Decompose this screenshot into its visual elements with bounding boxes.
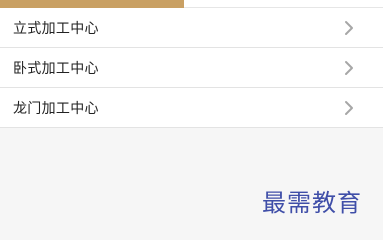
chevron-right-icon	[345, 20, 353, 35]
active-tab-indicator[interactable]	[0, 0, 184, 8]
list-item-gantry-machining-center[interactable]: 龙门加工中心	[0, 88, 383, 128]
category-list: 立式加工中心 卧式加工中心 龙门加工中心	[0, 8, 383, 128]
inactive-tab-area[interactable]	[184, 0, 383, 8]
page: 立式加工中心 卧式加工中心 龙门加工中心 最需教育	[0, 0, 383, 231]
list-item-vertical-machining-center[interactable]: 立式加工中心	[0, 8, 383, 48]
list-item-label: 立式加工中心	[13, 20, 99, 37]
watermark-text: 最需教育	[262, 189, 362, 217]
chevron-right-icon	[345, 100, 353, 115]
top-tab-strip	[0, 0, 383, 8]
list-item-label: 卧式加工中心	[13, 60, 99, 77]
chevron-right-icon	[345, 60, 353, 75]
list-item-horizontal-machining-center[interactable]: 卧式加工中心	[0, 48, 383, 88]
list-item-label: 龙门加工中心	[13, 100, 99, 117]
